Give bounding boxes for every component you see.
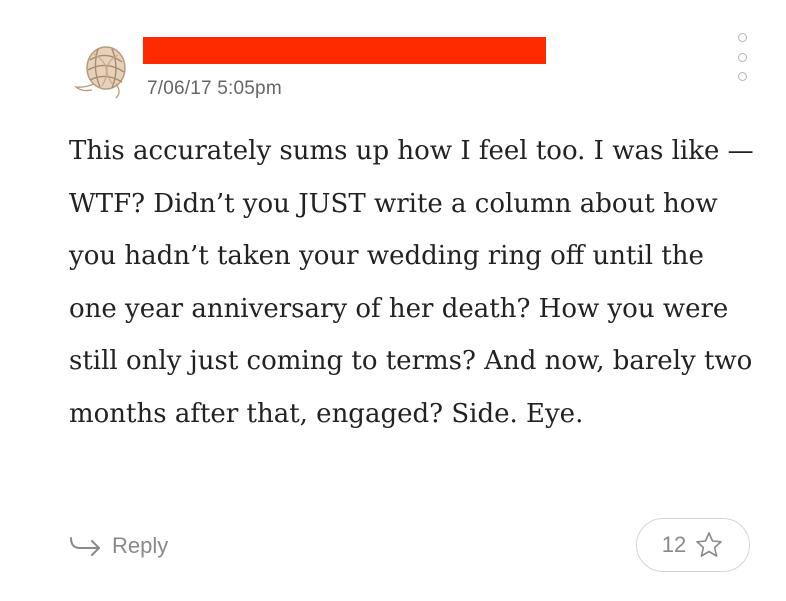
more-options-button[interactable] [734,33,750,81]
comment-timestamp[interactable]: 7/06/17 5:05pm [147,78,282,100]
reply-button[interactable]: Reply [68,530,168,562]
reply-label: Reply [112,533,169,558]
comment-body: This accurately sums up how I feel too. … [69,136,754,429]
star-outline-icon [696,532,723,557]
star-button[interactable]: 12 [636,518,750,572]
redacted-username [143,37,546,64]
star-count: 12 [661,532,687,557]
more-dot-icon [737,33,747,42]
more-dot-icon [737,52,747,62]
more-dot-icon [737,72,747,81]
yarn-ball-avatar-icon [73,46,126,99]
reply-arrow-icon [70,537,100,556]
avatar[interactable] [72,40,136,104]
